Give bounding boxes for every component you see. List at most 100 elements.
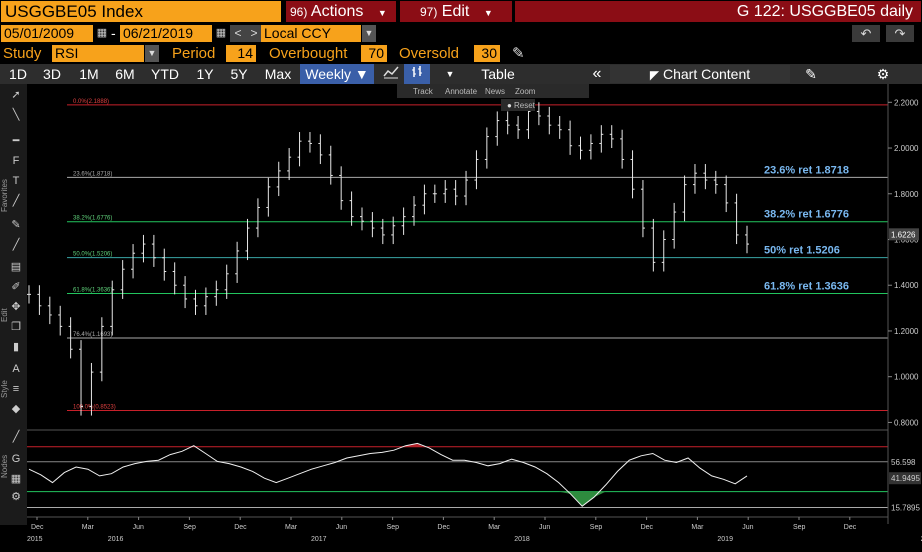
period-label: Period bbox=[172, 45, 216, 62]
study-row: Study RSI ▼ Period 14 Overbought 70 Over… bbox=[0, 44, 922, 64]
y-tick-label: 1.0000 bbox=[894, 373, 919, 382]
style-section-label: Style bbox=[0, 380, 9, 398]
font-icon[interactable]: A bbox=[9, 362, 23, 376]
oversold-field[interactable]: 30 bbox=[474, 45, 500, 62]
overbought-label: Overbought bbox=[269, 45, 348, 62]
period-button-1m[interactable]: 1M bbox=[72, 64, 106, 84]
ticker-field[interactable]: USGGBE05 Index bbox=[1, 1, 281, 22]
window-title: G 122: USGGBE05 daily bbox=[515, 1, 921, 22]
edit-menu-button[interactable]: 97) Edit ▼ bbox=[400, 1, 512, 22]
actions-menu-number: 96) bbox=[290, 5, 308, 19]
rsi-tick-label: 15.7895 bbox=[891, 504, 920, 513]
edit-menu-number: 97) bbox=[420, 5, 438, 19]
y-tick-label: 2.0000 bbox=[894, 144, 919, 153]
rsi-tick-label: 41.9495 bbox=[891, 474, 920, 483]
chevron-down-icon[interactable]: ▼ bbox=[145, 45, 159, 62]
x-year-label: 2015 bbox=[27, 536, 43, 543]
redo-button[interactable]: ↷ bbox=[886, 25, 914, 42]
title-row: USGGBE05 Index 96) Actions ▼ 97) Edit ▼ … bbox=[0, 0, 922, 23]
fibonacci-icon[interactable]: F bbox=[9, 154, 23, 168]
study-label: Study bbox=[3, 45, 42, 62]
chart-type-dropdown[interactable]: ▼ bbox=[440, 64, 460, 84]
line-style-icon[interactable]: ≡ bbox=[9, 382, 23, 396]
y-tick-label: 1.8000 bbox=[894, 190, 919, 199]
favorites-label: Favorites bbox=[0, 179, 9, 212]
line-segment-icon[interactable]: ╱ bbox=[9, 238, 23, 252]
settings-gear-icon[interactable]: ⚙ bbox=[9, 490, 23, 504]
pen-icon[interactable]: ✐ bbox=[9, 280, 23, 294]
fib-big-label: 38.2% ret 1.6776 bbox=[764, 209, 849, 221]
period-button-max[interactable]: Max bbox=[258, 64, 298, 84]
news-button[interactable]: News bbox=[485, 87, 505, 96]
x-tick-label: Dec bbox=[844, 524, 857, 531]
previous-period-button[interactable]: < bbox=[230, 25, 246, 42]
x-tick-label: Dec bbox=[641, 524, 654, 531]
chart-toolbar: 1D 3D 1M 6M YTD 1Y 5Y Max Weekly ▼ ▼ Tab… bbox=[0, 64, 922, 84]
period-button-6m[interactable]: 6M bbox=[108, 64, 142, 84]
copy-icon[interactable]: ❐ bbox=[9, 320, 23, 334]
trendline-icon[interactable]: ╲ bbox=[9, 108, 23, 122]
x-tick-label: Jun bbox=[742, 524, 753, 531]
chart-content-icon: ◤ bbox=[649, 68, 660, 82]
period-button-1d[interactable]: 1D bbox=[2, 64, 34, 84]
brush-icon[interactable]: ✎ bbox=[9, 218, 23, 232]
collapse-panel-icon[interactable]: « bbox=[586, 64, 608, 84]
chart-content-button[interactable]: ◤ Chart Content bbox=[610, 65, 790, 83]
magnet-icon[interactable]: G bbox=[9, 452, 23, 466]
x-year-label: 2016 bbox=[108, 536, 124, 543]
calendar-icon[interactable]: ▦ bbox=[215, 27, 227, 40]
reset-button[interactable]: Reset bbox=[514, 101, 536, 110]
study-field[interactable]: RSI bbox=[52, 45, 144, 62]
settings-icon[interactable]: ⚙ bbox=[872, 64, 894, 84]
y-tick-label: 2.2000 bbox=[894, 98, 919, 107]
annotate-button[interactable]: Annotate bbox=[445, 87, 478, 96]
bar-chart-icon[interactable] bbox=[404, 64, 430, 84]
horizontal-line-icon[interactable]: ━ bbox=[9, 134, 23, 148]
color-fill-icon[interactable]: ◆ bbox=[9, 402, 23, 416]
undo-button[interactable]: ↶ bbox=[852, 25, 880, 42]
text-tool-icon[interactable]: T bbox=[9, 174, 23, 188]
start-date-field[interactable]: 05/01/2009 bbox=[1, 25, 93, 42]
x-tick-label: Mar bbox=[488, 524, 501, 531]
pencil-icon[interactable]: ✎ bbox=[512, 44, 525, 62]
caret-down-icon: ▼ bbox=[483, 8, 493, 18]
x-tick-label: Dec bbox=[437, 524, 450, 531]
annotate-bar: Track Annotate News Zoom Reset ● bbox=[397, 84, 589, 111]
chart-area[interactable]: 0.0%(2.1888) 23.6%(1.8718) 23.6% ret 1.871… bbox=[27, 84, 922, 552]
y-tick-label: 1.4000 bbox=[894, 281, 919, 290]
channel-icon[interactable]: ▤ bbox=[9, 260, 23, 274]
track-button[interactable]: Track bbox=[413, 87, 434, 96]
end-date-field[interactable]: 06/21/2019 bbox=[120, 25, 212, 42]
next-period-button[interactable]: > bbox=[246, 25, 262, 42]
actions-menu-button[interactable]: 96) Actions ▼ bbox=[286, 1, 396, 22]
chevron-down-icon[interactable]: ▼ bbox=[362, 25, 376, 42]
pitchfork-icon[interactable]: ╱ bbox=[9, 194, 23, 208]
frequency-label: Weekly bbox=[305, 66, 351, 82]
period-button-ytd[interactable]: YTD bbox=[144, 64, 186, 84]
period-button-5y[interactable]: 5Y bbox=[222, 64, 256, 84]
node-line-icon[interactable]: ╱ bbox=[9, 430, 23, 444]
overbought-field[interactable]: 70 bbox=[361, 45, 387, 62]
currency-field[interactable]: Local CCY bbox=[261, 25, 361, 42]
move-icon[interactable]: ✥ bbox=[9, 300, 23, 314]
frequency-dropdown[interactable]: Weekly ▼ bbox=[300, 64, 374, 84]
period-button-3d[interactable]: 3D bbox=[36, 64, 68, 84]
date-separator: - bbox=[111, 25, 116, 41]
caret-down-icon: ▼ bbox=[377, 8, 387, 18]
table-button[interactable]: Table bbox=[470, 64, 526, 84]
delete-icon[interactable]: ▮ bbox=[9, 340, 23, 354]
zoom-button[interactable]: Zoom bbox=[515, 87, 536, 96]
x-year-label: 2019 bbox=[717, 536, 733, 543]
rsi-tick-label: 56.598 bbox=[891, 458, 916, 467]
x-tick-label: Dec bbox=[31, 524, 44, 531]
oversold-label: Oversold bbox=[399, 45, 460, 62]
fib-small-label: 38.2%(1.6776) bbox=[73, 216, 112, 222]
price-chart[interactable]: 0.0%(2.1888) 23.6%(1.8718) 23.6% ret 1.871… bbox=[27, 84, 922, 552]
period-field[interactable]: 14 bbox=[226, 45, 256, 62]
pointer-icon[interactable]: ➚ bbox=[9, 88, 23, 102]
edit-chart-icon[interactable]: ✎ bbox=[800, 64, 822, 84]
grid-icon[interactable]: ▦ bbox=[9, 472, 23, 486]
calendar-icon[interactable]: ▦ bbox=[96, 27, 108, 40]
period-button-1y[interactable]: 1Y bbox=[188, 64, 222, 84]
line-chart-icon[interactable] bbox=[380, 64, 402, 84]
